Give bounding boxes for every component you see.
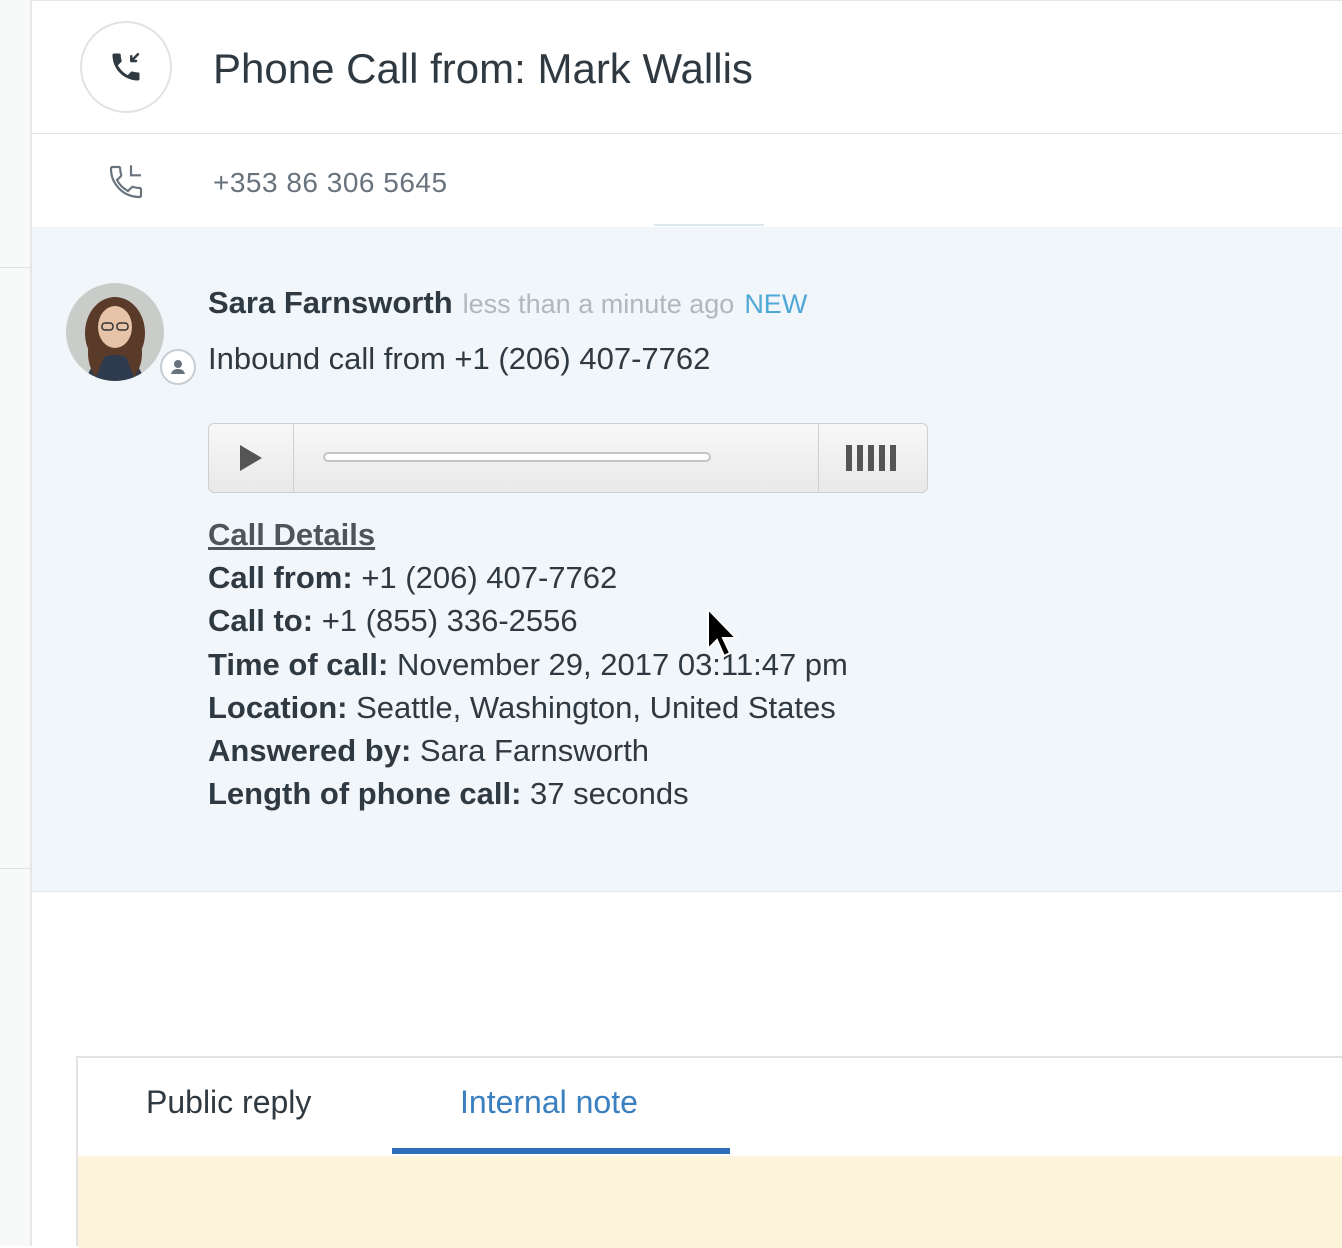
author-name[interactable]: Sara Farnsworth (208, 285, 453, 320)
divider (654, 224, 764, 226)
detail-value: +1 (206) 407-7762 (361, 560, 618, 596)
play-button[interactable] (209, 424, 294, 492)
avatar[interactable] (66, 283, 164, 381)
left-sidebar (0, 0, 32, 1246)
detail-label: Call to: (208, 603, 314, 639)
call-summary: Inbound call from +1 (206) 407-7762 (208, 341, 711, 376)
detail-label: Location: (208, 689, 348, 725)
caller-phone-row: +353 86 306 5645 (32, 134, 1342, 226)
detail-label: Call from: (208, 560, 353, 596)
mouse-cursor-icon (707, 607, 739, 658)
detail-value: Seattle, Washington, United States (356, 689, 836, 725)
composer-tabs: Public reply Internal note (78, 1058, 1342, 1157)
detail-label: Length of phone call: (208, 776, 522, 812)
detail-value: +1 (855) 336-2556 (321, 603, 578, 639)
call-details-heading[interactable]: Call Details (208, 513, 848, 556)
audio-player (208, 423, 928, 493)
detail-value: Sara Farnsworth (419, 733, 650, 769)
volume-button[interactable] (818, 424, 927, 492)
call-details: Call Details Call from: +1 (206) 407-776… (208, 513, 848, 815)
audio-progress-slider[interactable] (323, 452, 711, 462)
detail-call-from: Call from: +1 (206) 407-7762 (208, 556, 848, 599)
detail-call-to: Call to: +1 (855) 336-2556 (208, 599, 848, 642)
agent-badge-icon (160, 349, 196, 385)
phone-incoming-icon (80, 21, 172, 113)
phone-callback-icon (106, 162, 146, 202)
tab-internal-note[interactable]: Internal note (460, 1084, 638, 1121)
sidebar-divider (0, 267, 30, 268)
detail-value: November 29, 2017 03:11:47 pm (396, 646, 848, 682)
page-title: Phone Call from: Mark Wallis (213, 45, 753, 92)
sidebar-divider (0, 868, 30, 869)
detail-label: Answered by: (208, 733, 412, 769)
detail-value: 37 seconds (530, 776, 689, 812)
detail-time-of-call: Time of call: November 29, 2017 03:11:47… (208, 643, 848, 686)
ticket-header: Phone Call from: Mark Wallis (32, 0, 1342, 135)
tab-public-reply[interactable]: Public reply (146, 1084, 311, 1121)
detail-location: Location: Seattle, Washington, United St… (208, 686, 848, 729)
detail-answered-by: Answered by: Sara Farnsworth (208, 729, 848, 772)
volume-bars-icon (846, 445, 896, 471)
event-meta: Sara Farnsworth less than a minute ago NEW (208, 285, 807, 321)
event-timestamp: less than a minute ago (462, 289, 735, 319)
reply-composer: Public reply Internal note (76, 1056, 1342, 1248)
detail-call-length: Length of phone call: 37 seconds (208, 772, 848, 815)
internal-note-editor[interactable] (78, 1156, 1342, 1248)
detail-label: Time of call: (208, 646, 389, 682)
caller-phone-number[interactable]: +353 86 306 5645 (213, 167, 448, 199)
new-badge: NEW (744, 289, 808, 319)
play-icon (240, 445, 262, 471)
call-event: Sara Farnsworth less than a minute ago NEW… (32, 227, 1342, 892)
active-tab-indicator (392, 1148, 730, 1154)
